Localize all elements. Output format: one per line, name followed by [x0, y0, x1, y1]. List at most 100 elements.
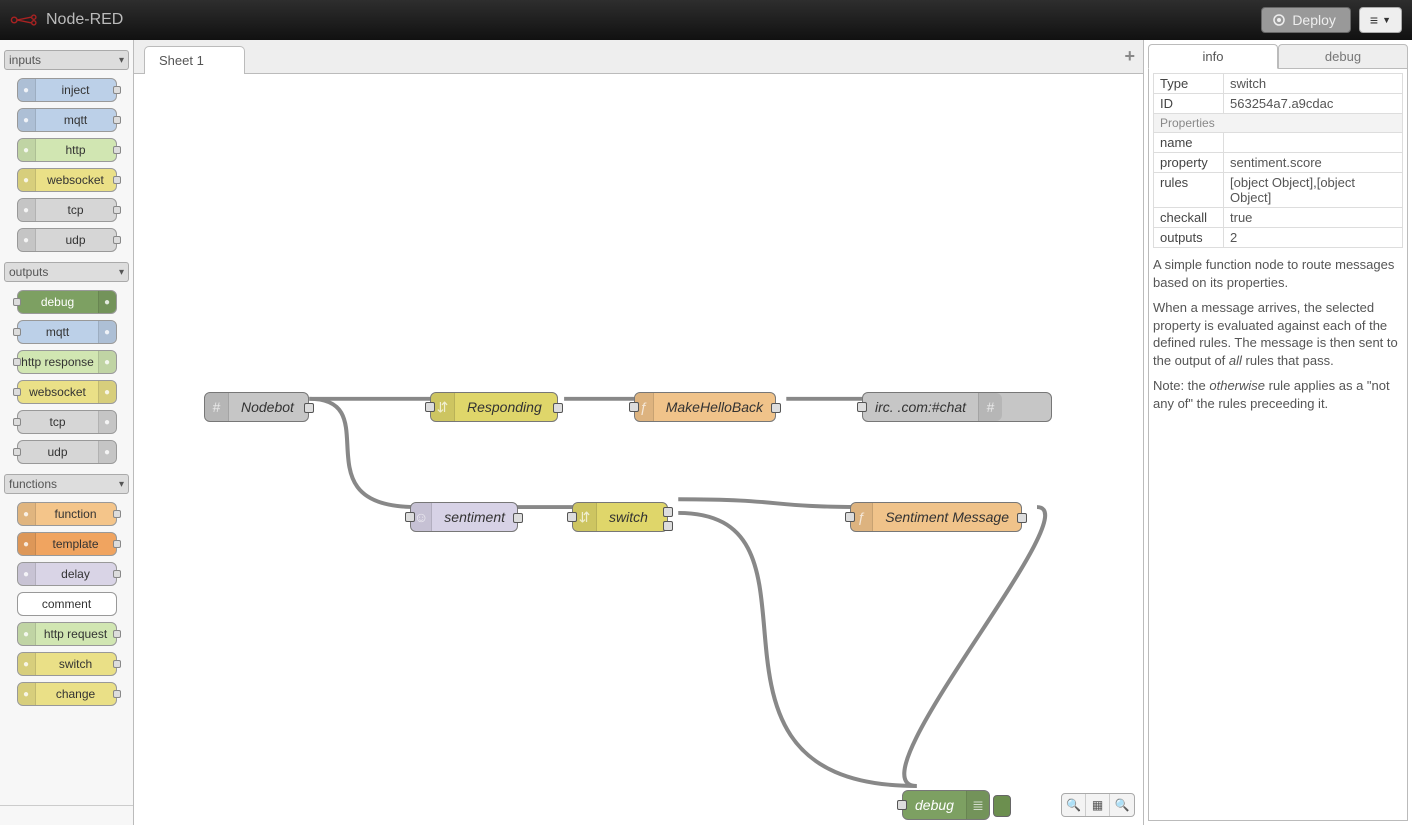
port[interactable] [113, 510, 121, 518]
info-type-key: Type [1154, 74, 1224, 94]
palette-node-websocket[interactable]: ●websocket [17, 168, 117, 192]
deploy-label: Deploy [1292, 12, 1336, 28]
node-nodebot[interactable]: # Nodebot [204, 392, 309, 422]
zoom-in-button[interactable]: 🔍 [1110, 794, 1134, 816]
port[interactable] [13, 298, 21, 306]
app-header: Node-RED Deploy ≡ ▼ [0, 0, 1412, 40]
flow-canvas[interactable]: # Nodebot ⇵ Responding ƒ MakeHelloBack i… [134, 74, 1143, 825]
palette-node-function[interactable]: ●function [17, 502, 117, 526]
palette-node-switch[interactable]: ●switch [17, 652, 117, 676]
palette-node-change[interactable]: ●change [17, 682, 117, 706]
palette-node-http-request[interactable]: ●http request [17, 622, 117, 646]
port[interactable] [113, 206, 121, 214]
input-port[interactable] [567, 512, 577, 522]
zoom-out-button[interactable]: 🔍 [1062, 794, 1086, 816]
palette-node-label: tcp [18, 415, 98, 429]
input-port[interactable] [629, 402, 639, 412]
palette-node-mqtt[interactable]: ●mqtt [17, 108, 117, 132]
node-type-icon: ● [18, 109, 36, 131]
palette-node-http[interactable]: ●http [17, 138, 117, 162]
node-type-icon: ● [98, 411, 116, 433]
port[interactable] [113, 86, 121, 94]
output-port[interactable] [304, 403, 314, 413]
sidebar-tab-info[interactable]: info [1148, 44, 1278, 69]
port[interactable] [113, 236, 121, 244]
node-label: Responding [455, 399, 554, 415]
node-debug[interactable]: debug ≣ [902, 790, 990, 820]
chevron-down-icon: ▾ [119, 55, 124, 66]
port[interactable] [113, 176, 121, 184]
output-port[interactable] [553, 403, 563, 413]
palette-node-label: http [36, 143, 116, 157]
palette-node-debug[interactable]: debug● [17, 290, 117, 314]
node-sentiment[interactable]: ☺ sentiment [410, 502, 518, 532]
deploy-button[interactable]: Deploy [1261, 7, 1351, 33]
node-responding[interactable]: ⇵ Responding [430, 392, 558, 422]
palette-node-label: websocket [18, 385, 98, 399]
port[interactable] [113, 660, 121, 668]
info-properties-header: Properties [1154, 114, 1403, 133]
port[interactable] [113, 146, 121, 154]
palette-node-mqtt[interactable]: mqtt● [17, 320, 117, 344]
menu-button[interactable]: ≡ ▼ [1359, 7, 1402, 33]
output-port[interactable] [1017, 513, 1027, 523]
port[interactable] [113, 690, 121, 698]
sidebar-tab-debug[interactable]: debug [1278, 44, 1408, 69]
node-label: sentiment [432, 509, 517, 525]
port[interactable] [13, 448, 21, 456]
input-port[interactable] [845, 512, 855, 522]
port[interactable] [13, 328, 21, 336]
palette-category-functions[interactable]: functions▾ [4, 474, 129, 494]
palette-node-label: udp [18, 445, 98, 459]
port[interactable] [13, 388, 21, 396]
input-port[interactable] [857, 402, 867, 412]
node-type-icon: ● [98, 351, 116, 373]
palette-node-label: comment [18, 597, 116, 611]
debug-toggle[interactable] [993, 795, 1011, 817]
palette-node-websocket[interactable]: websocket● [17, 380, 117, 404]
palette-node-label: switch [36, 657, 116, 671]
input-port[interactable] [405, 512, 415, 522]
palette-node-delay[interactable]: ●delay [17, 562, 117, 586]
logo: Node-RED [10, 11, 123, 29]
port[interactable] [113, 570, 121, 578]
port[interactable] [113, 116, 121, 124]
node-sentiment-message[interactable]: ƒ Sentiment Message [850, 502, 1022, 532]
info-panel: Typeswitch ID563254a7.a9cdac Properties … [1148, 69, 1408, 821]
node-makehelloback[interactable]: ƒ MakeHelloBack [634, 392, 776, 422]
palette-node-udp[interactable]: ●udp [17, 228, 117, 252]
palette-node-comment[interactable]: comment [17, 592, 117, 616]
node-type-icon: ● [18, 533, 36, 555]
palette-node-label: http request [36, 627, 116, 641]
palette-node-tcp[interactable]: ●tcp [17, 198, 117, 222]
input-port[interactable] [897, 800, 907, 810]
output-port[interactable] [513, 513, 523, 523]
palette-node-template[interactable]: ●template [17, 532, 117, 556]
palette-node-tcp[interactable]: tcp● [17, 410, 117, 434]
palette-node-udp[interactable]: udp● [17, 440, 117, 464]
input-port[interactable] [425, 402, 435, 412]
port[interactable] [113, 630, 121, 638]
zoom-reset-button[interactable]: ▦ [1086, 794, 1110, 816]
node-switch[interactable]: ⇵ switch [572, 502, 668, 532]
palette-node-inject[interactable]: ●inject [17, 78, 117, 102]
tab-bar: Sheet 1 + [134, 40, 1143, 74]
port[interactable] [13, 418, 21, 426]
info-desc-3: Note: the otherwise rule applies as a "n… [1153, 377, 1403, 412]
add-tab-button[interactable]: + [1124, 46, 1135, 67]
node-red-logo-icon [10, 12, 38, 28]
node-irc-out[interactable]: irc. .com:#chat # [862, 392, 1052, 422]
port[interactable] [13, 358, 21, 366]
palette-node-http-response[interactable]: http response● [17, 350, 117, 374]
palette-node-label: function [36, 507, 116, 521]
port[interactable] [113, 540, 121, 548]
app-title: Node-RED [46, 11, 123, 29]
palette-category-outputs[interactable]: outputs▾ [4, 262, 129, 282]
palette-node-label: mqtt [18, 325, 98, 339]
output-port[interactable] [771, 403, 781, 413]
output-port-1[interactable] [663, 507, 673, 517]
output-port-2[interactable] [663, 521, 673, 531]
palette-category-inputs[interactable]: inputs▾ [4, 50, 129, 70]
tab-sheet-1[interactable]: Sheet 1 [144, 46, 245, 74]
palette-node-label: debug [18, 295, 98, 309]
